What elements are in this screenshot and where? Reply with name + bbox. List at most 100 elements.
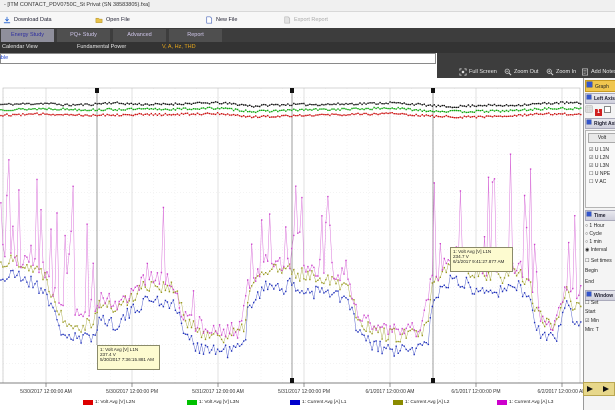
- cube-icon: [586, 291, 592, 297]
- checkbox-set[interactable]: ☐ Set: [585, 300, 615, 306]
- x-axis-label: 6/1/2017 12:00:00 AM: [366, 389, 415, 395]
- checkbox-u-npe[interactable]: ☐ U NPE: [586, 170, 615, 178]
- tab-label: Energy Study: [11, 32, 44, 38]
- subtab-v-a-hz-thd[interactable]: V, A, Hz, THD: [162, 42, 196, 53]
- radio-1-hour[interactable]: ○ 1 Hour: [585, 223, 615, 229]
- checkbox-u-l2n[interactable]: ☑ U L2N: [586, 154, 615, 162]
- scroll-right-arrow-1[interactable]: [587, 386, 593, 392]
- cursor-handle-bottom[interactable]: [290, 378, 294, 383]
- checkbox-u-l1n[interactable]: ☑ U L1N: [586, 146, 615, 154]
- legend-swatch: [393, 400, 403, 405]
- chart-toolbar-label: Full Screen: [469, 69, 497, 75]
- cursor-handle-bottom[interactable]: [431, 378, 435, 383]
- panel-label-begin: Begin: [585, 268, 615, 274]
- tab-advanced[interactable]: Advanced: [113, 29, 166, 42]
- tab-label: Report: [187, 32, 204, 38]
- panel-small-box[interactable]: [604, 106, 611, 113]
- legend-label: 1: Volt Avg [V] L3N: [199, 400, 239, 405]
- cursor-handle-top[interactable]: [290, 88, 294, 93]
- panel-section-label: Window: [594, 293, 613, 299]
- legend-label: 1: Current Avg [A] L1: [302, 400, 346, 405]
- panel-section-time[interactable]: Time: [585, 210, 615, 221]
- panel-item-label: Graph: [595, 84, 609, 90]
- tab-label: Advanced: [127, 32, 151, 38]
- trend-chart[interactable]: 5/30/2017 12:00:00 AM5/30/2017 12:00:00 …: [0, 78, 583, 410]
- chart-tooltip-2[interactable]: 1: Volt Avg [V] L1N234.7 V6/1/2017 9:41:…: [450, 247, 513, 272]
- legend-swatch: [290, 400, 300, 405]
- panel-item-graph[interactable]: Graph: [585, 80, 615, 92]
- toolbar-button-label: Export Report: [294, 17, 328, 23]
- subtab-bar: Calendar View Fundamental Power V, A, Hz, …: [0, 42, 615, 53]
- table-view-selector[interactable]: Table: [0, 53, 436, 64]
- legend-item[interactable]: 1: Current Avg [A] L1: [290, 400, 346, 405]
- x-axis-label: 6/1/2017 12:00:00 PM: [451, 389, 500, 395]
- radio-cycle[interactable]: ○ Cycle: [585, 231, 615, 237]
- subtab-calendar-view[interactable]: Calendar View: [2, 42, 38, 53]
- subtab-fundamental-power[interactable]: Fundamental Power: [77, 42, 126, 53]
- add-notes-icon: [581, 68, 589, 76]
- panel-group-volt: Volt ☑ U L1N☑ U L2N☑ U L3N☐ U NPE☐ V AC: [585, 130, 615, 208]
- legend-label: 1: Current Avg [A] L2: [405, 400, 449, 405]
- legend-item[interactable]: 1: Volt Avg [V] L3N: [187, 400, 239, 405]
- window-title: - [ITM CONTACT_PDV0750C_St Privat (SN 38…: [4, 2, 150, 8]
- legend-swatch: [497, 400, 507, 405]
- checkbox-u-l3n[interactable]: ☑ U L3N: [586, 162, 615, 170]
- download-icon: [3, 16, 11, 24]
- legend-item[interactable]: 1: Volt Avg [V] L2N: [83, 400, 135, 405]
- grid-icon: [585, 105, 593, 113]
- download-data-button[interactable]: Download Data: [3, 14, 52, 26]
- cursor-handle-top[interactable]: [431, 88, 435, 93]
- tab-pq-study[interactable]: PQ+ Study: [57, 29, 110, 42]
- x-axis-label: 6/2/2017 12:00:00 AM: [538, 389, 583, 395]
- radio-interval[interactable]: ◉ Interval: [585, 247, 615, 253]
- panel-label-min-t: Min: T: [585, 327, 615, 333]
- panel-section-left-axis[interactable]: Left Axis: [585, 93, 615, 104]
- tab-energy-study[interactable]: Energy Study: [1, 29, 54, 42]
- checkbox-set-times[interactable]: ☐ Set times: [585, 258, 615, 264]
- checkbox-min[interactable]: ☑ Min: [585, 318, 615, 324]
- tooltip-time: 6/1/2017 9:41:27.877 AM: [453, 259, 510, 264]
- panel-icon-row: 1: [585, 105, 615, 116]
- panel-section-label: Time: [594, 213, 606, 219]
- scroll-right-arrow-2[interactable]: [603, 386, 609, 392]
- toolbar-button-label: New File: [216, 17, 237, 23]
- open-file-button[interactable]: Open File: [95, 14, 130, 26]
- new-file-button[interactable]: New File: [205, 14, 237, 26]
- tooltip-time: 5/30/2017 7:36:15.881 AM: [100, 357, 157, 362]
- chart-toolbar-label: Zoom Out: [514, 69, 538, 75]
- chart-legend: 1: Volt Avg [V] L1N1: Volt Avg [V] L2N1:…: [0, 398, 583, 410]
- legend-item[interactable]: 1: Current Avg [A] L3: [497, 400, 553, 405]
- panel-section-right-axis[interactable]: Right Axis: [585, 118, 615, 129]
- panel-label-start: Start: [585, 309, 615, 315]
- badge-1[interactable]: 1: [595, 109, 602, 116]
- checkbox-v-ac[interactable]: ☐ V AC: [586, 178, 615, 186]
- trend-chart-svg[interactable]: 5/30/2017 12:00:00 AM5/30/2017 12:00:00 …: [0, 78, 583, 410]
- chart-toolbar: Full Screen Zoom Out Zoom In Add Notes: [437, 53, 615, 78]
- group-tab-volt[interactable]: Volt: [588, 133, 615, 143]
- cursor-handle-top[interactable]: [95, 88, 99, 93]
- toolbar-button-label: Download Data: [14, 17, 52, 23]
- full-screen-button[interactable]: Full Screen: [459, 66, 497, 78]
- subtab-label: V, A, Hz, THD: [162, 44, 196, 50]
- zoom-in-button[interactable]: Zoom In: [546, 66, 576, 78]
- fullscreen-icon: [459, 68, 467, 76]
- add-notes-button[interactable]: Add Notes: [581, 66, 615, 78]
- tab-report[interactable]: Report: [169, 29, 222, 42]
- zoom-out-button[interactable]: Zoom Out: [504, 66, 538, 78]
- export-report-icon: [283, 16, 291, 24]
- cube-icon: [586, 81, 593, 88]
- chart-scroll-strip[interactable]: [583, 382, 615, 396]
- chart-tooltip-1[interactable]: 1: Volt Avg [V] L1N237.4 V5/30/2017 7:36…: [97, 345, 160, 370]
- radio-1-min[interactable]: ○ 1 min: [585, 239, 615, 245]
- cube-icon: [586, 119, 592, 125]
- table-view-label[interactable]: Table: [0, 54, 435, 63]
- new-file-icon: [205, 16, 213, 24]
- legend-swatch: [187, 400, 197, 405]
- export-report-button: Export Report: [283, 14, 328, 26]
- panel-label-end: End: [585, 279, 615, 285]
- chart-toolbar-label: Zoom In: [556, 69, 576, 75]
- subtab-label: Calendar View: [2, 44, 38, 50]
- legend-item[interactable]: 1: Current Avg [A] L2: [393, 400, 449, 405]
- app-window: - [ITM CONTACT_PDV0750C_St Privat (SN 38…: [0, 0, 615, 410]
- legend-label: 1: Current Avg [A] L3: [509, 400, 553, 405]
